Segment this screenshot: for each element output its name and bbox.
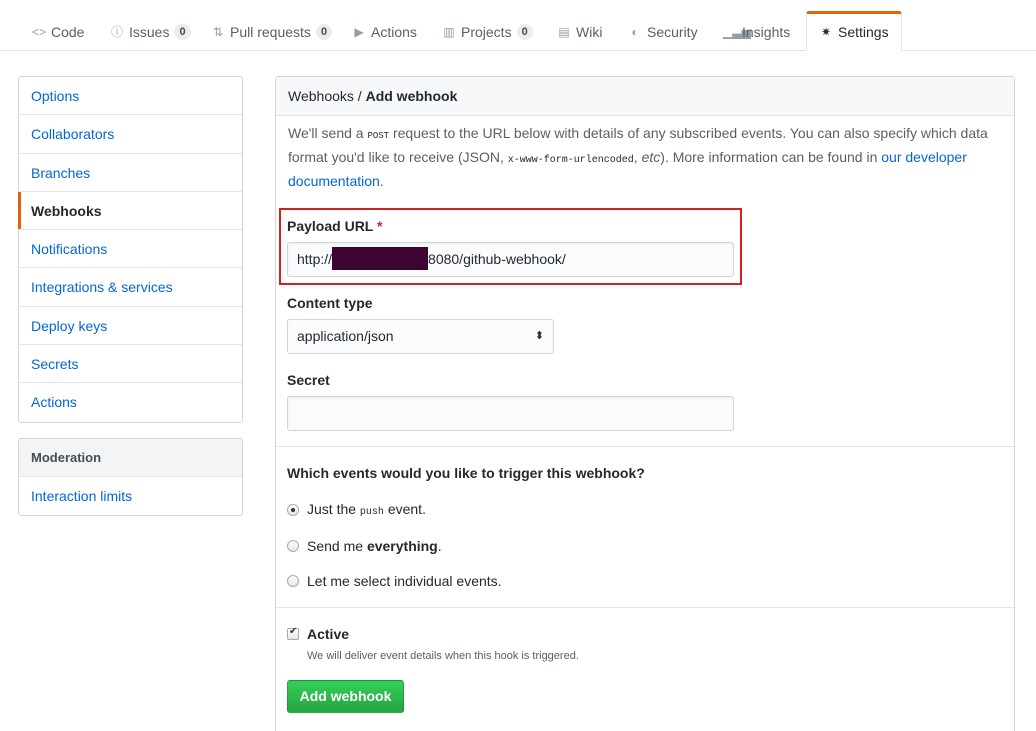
moderation-heading: Moderation: [19, 439, 242, 477]
active-checkbox[interactable]: [287, 626, 299, 640]
tab-code[interactable]: <> Code: [22, 12, 94, 51]
radio-just-push[interactable]: Just the push event.: [287, 501, 426, 518]
add-webhook-button[interactable]: Add webhook: [287, 680, 404, 713]
sidebar-item-deploy-keys[interactable]: Deploy keys: [19, 307, 242, 346]
tab-security[interactable]: ◐ Security: [618, 12, 708, 51]
sidebar-item-webhooks[interactable]: Webhooks: [18, 191, 242, 231]
payload-url-label: Payload URL *: [287, 218, 383, 234]
repo-nav-tabs: <> Code ⓘ Issues 0 ⇅ Pull requests 0 ▶ A…: [0, 0, 1036, 51]
sidebar-item-interaction-limits[interactable]: Interaction limits: [19, 477, 242, 515]
radio-button[interactable]: [287, 540, 299, 552]
content-type-select[interactable]: application/json ⬍: [287, 319, 554, 354]
radio-individual-events[interactable]: Let me select individual events.: [287, 573, 502, 589]
settings-sidebar: Options Collaborators Branches Webhooks …: [18, 76, 243, 423]
urlencoded-code: x-www-form-urlencoded: [507, 155, 634, 166]
play-icon: ▶: [354, 24, 364, 39]
pull-requests-counter: 0: [315, 23, 333, 40]
active-note: We will deliver event details when this …: [307, 650, 579, 662]
webhook-intro-text: We'll send a POST request to the URL bel…: [288, 125, 988, 189]
radio-button[interactable]: [287, 575, 299, 587]
tab-projects[interactable]: ▥ Projects 0: [432, 12, 543, 51]
content-type-label: Content type: [287, 295, 373, 311]
events-question: Which events would you like to trigger t…: [287, 465, 645, 481]
moderation-sidebar: Moderation Interaction limits: [18, 438, 243, 517]
sidebar-item-options[interactable]: Options: [19, 77, 242, 116]
active-checkbox-row[interactable]: Active: [287, 626, 349, 642]
radio-send-everything[interactable]: Send me everything.: [287, 538, 442, 554]
graph-icon: ▁▃▅: [723, 24, 751, 39]
sidebar-item-collaborators[interactable]: Collaborators: [19, 115, 242, 154]
tab-pull-requests[interactable]: ⇅ Pull requests 0: [201, 12, 342, 51]
breadcrumb: Webhooks / Add webhook: [276, 77, 1014, 116]
secret-input[interactable]: [287, 396, 734, 431]
gear-icon: ✷: [820, 25, 832, 39]
issues-counter: 0: [174, 23, 191, 40]
pull-request-icon: ⇅: [212, 24, 224, 39]
push-code: push: [359, 507, 384, 518]
tab-wiki[interactable]: ▤ Wiki: [547, 12, 612, 51]
sidebar-item-branches[interactable]: Branches: [19, 154, 242, 192]
breadcrumb-parent-link[interactable]: Webhooks: [288, 88, 354, 104]
radio-button-checked[interactable]: [287, 503, 299, 516]
active-label: Active: [307, 626, 350, 642]
redacted-host: [332, 247, 429, 271]
breadcrumb-current: Add webhook: [365, 88, 458, 104]
tab-actions[interactable]: ▶ Actions: [342, 12, 427, 51]
project-icon: ▥: [443, 24, 455, 39]
breadcrumb-separator: /: [353, 88, 366, 104]
sidebar-item-actions[interactable]: Actions: [19, 383, 242, 421]
sidebar-item-integrations[interactable]: Integrations & services: [19, 268, 242, 307]
tab-insights[interactable]: ▁▃▅ Insights: [713, 12, 800, 51]
secret-label: Secret: [287, 372, 330, 388]
section-divider: [276, 446, 1014, 447]
shield-icon: ◐: [631, 24, 639, 39]
post-code: POST: [367, 131, 390, 141]
issue-icon: ⓘ: [110, 25, 123, 39]
projects-counter: 0: [516, 23, 533, 40]
sidebar-item-notifications[interactable]: Notifications: [19, 230, 242, 269]
book-icon: ▤: [558, 24, 570, 39]
code-icon: <>: [32, 24, 47, 39]
select-arrows-icon: ⬍: [534, 330, 544, 342]
required-marker: *: [377, 218, 383, 234]
tab-issues[interactable]: ⓘ Issues 0: [100, 12, 201, 51]
payload-url-input[interactable]: http://8080/github-webhook/: [287, 242, 734, 277]
section-divider: [276, 607, 1014, 608]
tab-settings[interactable]: ✷ Settings: [806, 11, 902, 51]
sidebar-item-secrets[interactable]: Secrets: [19, 345, 242, 384]
